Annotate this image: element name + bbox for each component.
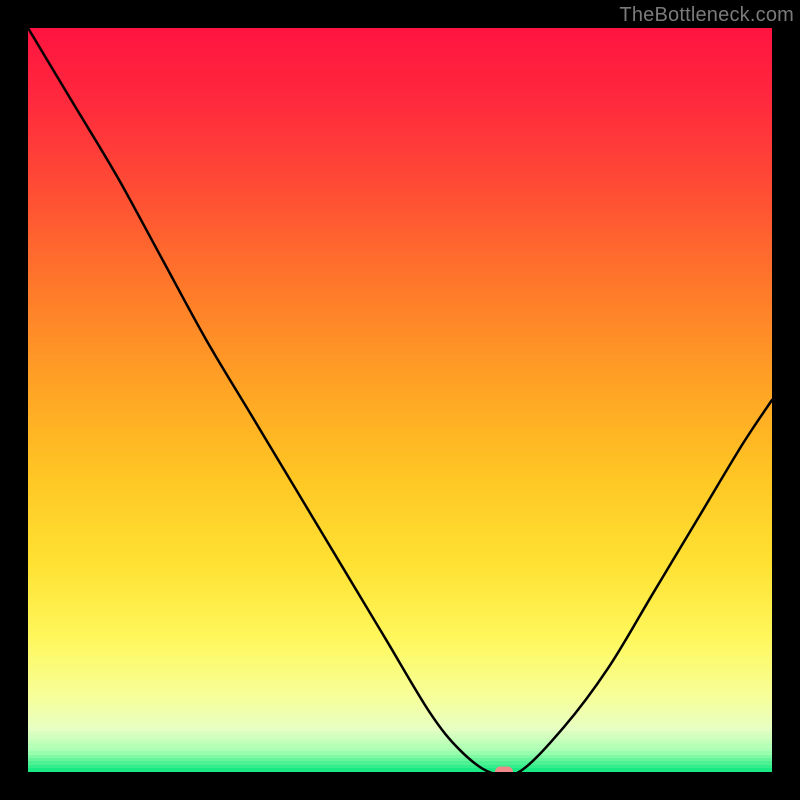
stage: TheBottleneck.com [0,0,800,800]
curve-path [28,28,772,772]
min-marker [495,767,513,773]
watermark-text: TheBottleneck.com [619,4,794,27]
bottleneck-curve [28,28,772,772]
plot-area [28,28,772,772]
